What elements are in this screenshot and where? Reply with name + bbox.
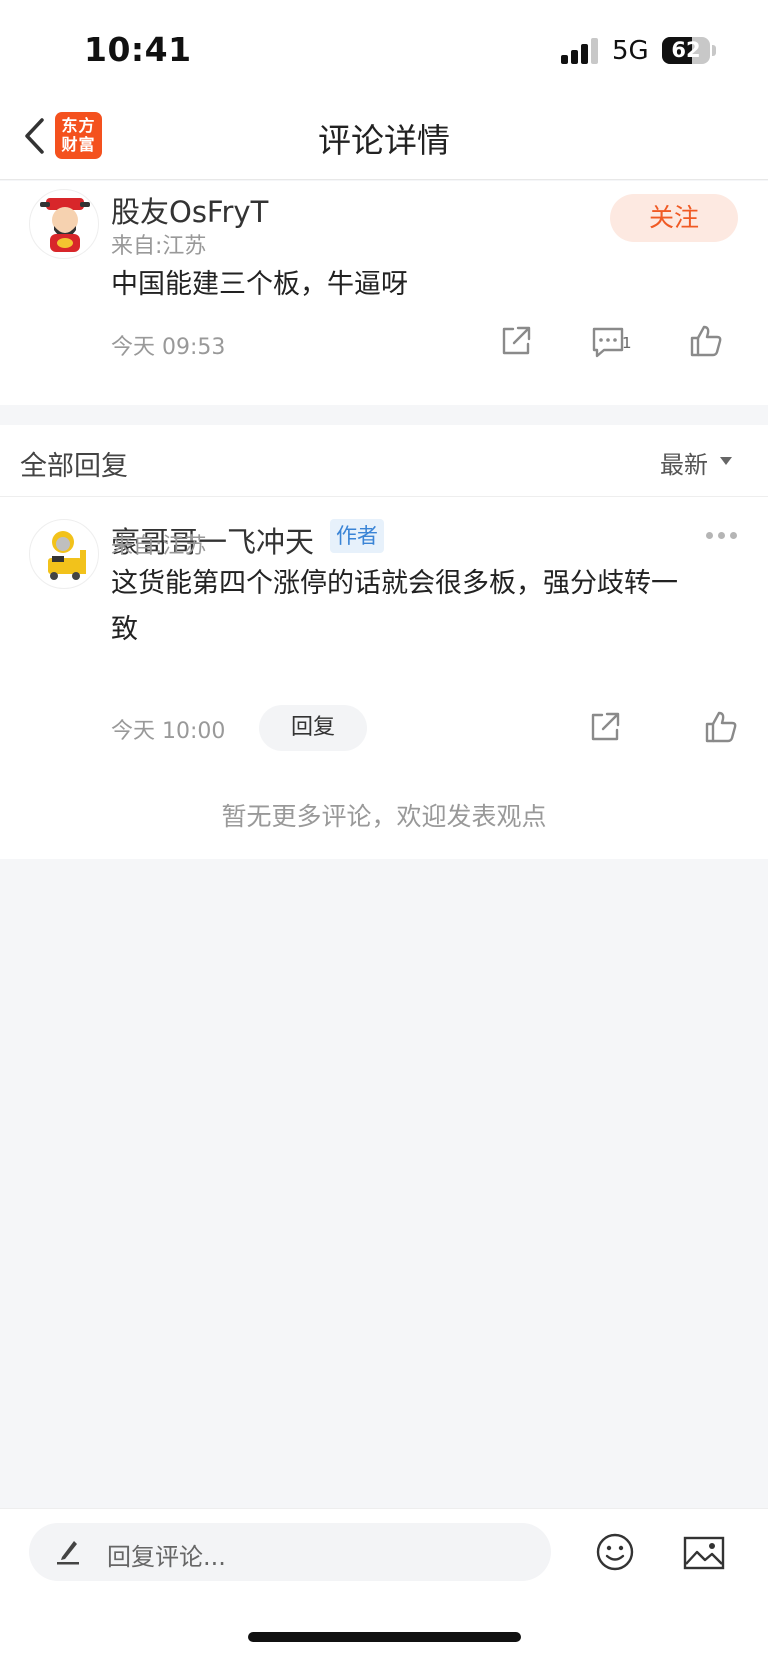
image-icon[interactable] (683, 1536, 725, 1570)
reply-origin: 来自:江苏 (111, 534, 207, 559)
signal-icon (561, 38, 601, 64)
replies-section: 全部回复 最新 豪哥哥一飞冲天 作者 来自:江苏 这货能第四个涨停的话就会很多板… (0, 425, 768, 859)
home-indicator (248, 1632, 521, 1642)
comment-count: 1 (622, 334, 632, 352)
reply-input-placeholder: 回复评论... (107, 1543, 226, 1571)
reply-text-line1: 这货能第四个涨停的话就会很多板，强分歧转一 (111, 568, 678, 599)
replies-header: 全部回复 最新 (0, 425, 768, 497)
author-badge: 作者 (330, 519, 384, 553)
status-time: 10:41 (84, 30, 192, 69)
comment-text: 中国能建三个板，牛逼呀 (111, 269, 408, 300)
comment-time: 今天 09:53 (111, 335, 226, 360)
no-more-comments: 暂无更多评论，欢迎发表观点 (221, 802, 547, 831)
comment-author[interactable]: 股友OsFryT (111, 189, 268, 231)
comment-icon[interactable] (590, 325, 626, 359)
battery-level: 62 (671, 38, 701, 62)
reply-button[interactable]: 回复 (259, 705, 367, 751)
network-type: 5G (612, 36, 649, 66)
avatar[interactable] (29, 189, 99, 259)
battery-icon: 62 (662, 37, 710, 64)
thumbs-up-icon[interactable] (688, 323, 724, 359)
replies-title: 全部回复 (20, 451, 128, 482)
more-icon[interactable] (706, 532, 738, 540)
comment-origin: 来自:江苏 (111, 234, 207, 259)
god-of-wealth-avatar-icon (40, 198, 90, 252)
emoji-icon[interactable] (595, 1532, 635, 1572)
follow-button[interactable]: 关注 (610, 194, 738, 242)
construction-avatar-icon (48, 531, 86, 580)
reply-input[interactable]: 回复评论... (29, 1523, 551, 1581)
reply-text-line2: 致 (111, 614, 138, 645)
share-icon[interactable] (588, 710, 622, 744)
status-bar: 10:41 5G 62 (0, 0, 768, 100)
caret-down-icon[interactable] (720, 457, 732, 465)
reply-time: 今天 10:00 (111, 719, 226, 744)
battery-tip (712, 45, 716, 56)
nav-bar: 东方 财富 评论详情 (0, 100, 768, 180)
thumbs-up-icon[interactable] (703, 709, 739, 745)
sort-dropdown[interactable]: 最新 (660, 445, 708, 480)
avatar[interactable] (29, 519, 99, 589)
pencil-icon (57, 1541, 79, 1565)
main-comment: 股友OsFryT 来自:江苏 关注 中国能建三个板，牛逼呀 今天 09:53 1 (0, 181, 768, 405)
share-icon[interactable] (499, 324, 533, 358)
page-title: 评论详情 (318, 121, 450, 160)
